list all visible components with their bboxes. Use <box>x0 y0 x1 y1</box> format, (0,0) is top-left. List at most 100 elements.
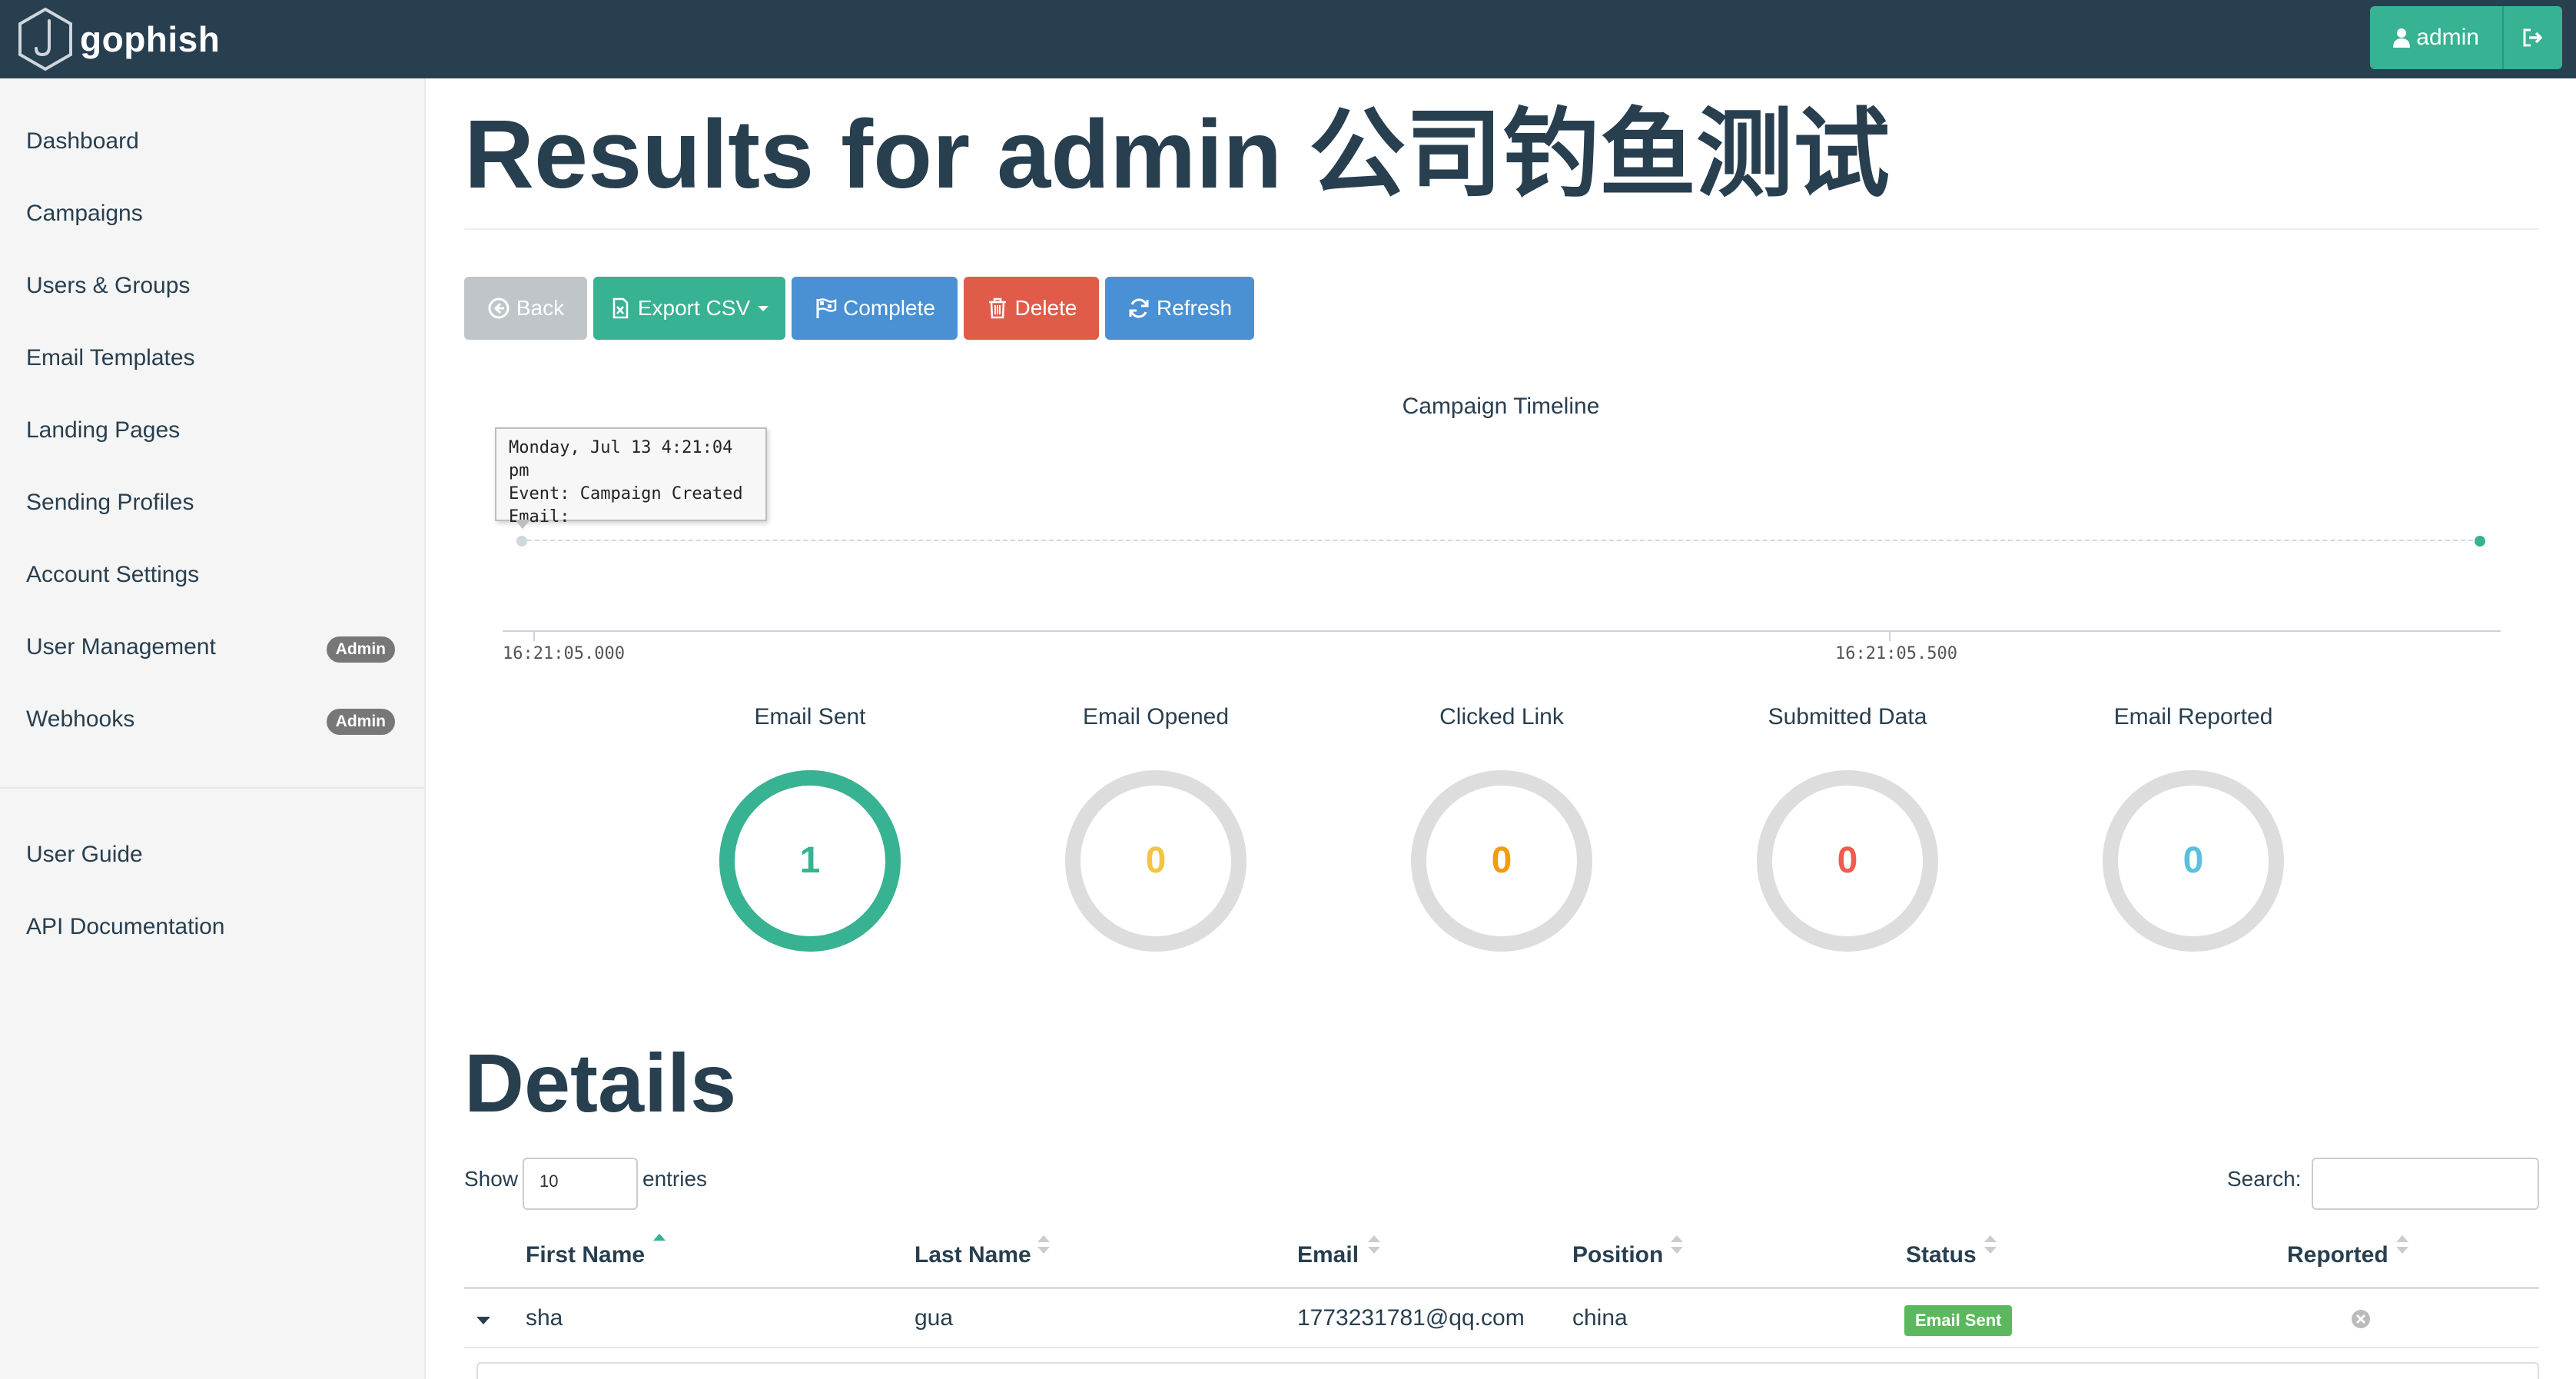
refresh-icon <box>1129 298 1149 318</box>
user-button[interactable]: admin <box>2370 6 2502 69</box>
sidebar: Dashboard Campaigns Users & Groups Email… <box>0 78 426 1379</box>
sidebar-item-label: Account Settings <box>26 562 200 587</box>
sidebar-item-users-groups[interactable]: Users & Groups <box>26 271 395 301</box>
brand-name: gophish <box>80 19 221 59</box>
column-header-position[interactable]: Position <box>1572 1242 1663 1268</box>
sidebar-item-label: User Guide <box>26 842 143 867</box>
column-header-status[interactable]: Status <box>1906 1242 1977 1268</box>
cell-first-name: sha <box>526 1305 563 1331</box>
timeline-tick <box>533 630 535 641</box>
stat-label: Email Sent <box>754 704 866 729</box>
sidebar-item-campaigns[interactable]: Campaigns <box>26 198 395 229</box>
complete-label: Complete <box>843 296 935 320</box>
sidebar-item-label: Dashboard <box>26 128 139 154</box>
table-header-divider <box>464 1287 2539 1289</box>
entries-per-page-select[interactable]: 10 <box>523 1158 638 1210</box>
tooltip-date: Monday, Jul 13 4:21:04 pm <box>509 438 733 480</box>
file-excel-icon <box>612 297 629 319</box>
stat-label: Clicked Link <box>1439 704 1564 729</box>
show-label: Show <box>464 1167 519 1191</box>
brand[interactable]: gophish <box>17 5 220 74</box>
stat-clicked-link[interactable]: Clicked Link 0 <box>1363 698 1640 953</box>
sidebar-item-dashboard[interactable]: Dashboard <box>26 126 395 157</box>
sidebar-item-landing-pages[interactable]: Landing Pages <box>26 415 395 446</box>
stat-label: Submitted Data <box>1768 704 1927 729</box>
table-row-divider <box>464 1347 2539 1348</box>
tooltip-email: Email: <box>509 507 570 527</box>
stat-label: Email Opened <box>1082 704 1230 729</box>
search-input[interactable] <box>2312 1158 2539 1210</box>
sort-icon[interactable] <box>1036 1233 1051 1256</box>
status-badge: Email Sent <box>1904 1305 2013 1336</box>
sidebar-item-label: Sending Profiles <box>26 490 194 515</box>
refresh-label: Refresh <box>1156 296 1233 320</box>
timeline-event-campaign-created[interactable] <box>516 536 527 547</box>
tooltip-event: Event: Campaign Created <box>509 484 743 503</box>
cell-last-name: gua <box>915 1305 954 1331</box>
sidebar-item-sending-profiles[interactable]: Sending Profiles <box>26 487 395 518</box>
sidebar-item-label: Users & Groups <box>26 273 191 298</box>
back-label: Back <box>516 296 565 320</box>
sort-icon[interactable] <box>2395 1233 2410 1256</box>
details-title: Details <box>464 1036 737 1129</box>
sidebar-item-webhooks[interactable]: Webhooks Admin <box>26 704 395 735</box>
column-header-first-name[interactable]: First Name <box>526 1242 645 1268</box>
column-header-last-name[interactable]: Last Name <box>915 1242 1031 1268</box>
stat-submitted-data[interactable]: Submitted Data 0 <box>1709 698 1986 953</box>
sidebar-item-user-guide[interactable]: User Guide <box>26 839 395 870</box>
stat-email-opened[interactable]: Email Opened 0 <box>1017 698 1294 953</box>
flag-checkered-icon <box>816 298 837 318</box>
timeline-tick-label: 16:21:05.500 <box>1835 644 1957 663</box>
sidebar-item-account-settings[interactable]: Account Settings <box>26 560 395 590</box>
back-button[interactable]: Back <box>464 277 587 340</box>
stat-email-sent[interactable]: Email Sent 1 <box>672 698 948 953</box>
sort-icon[interactable] <box>1983 1233 1998 1256</box>
tooltip-arrow <box>515 520 530 529</box>
sidebar-item-api-documentation[interactable]: API Documentation <box>26 912 395 942</box>
cell-position: china <box>1572 1305 1628 1331</box>
export-csv-button[interactable]: Export CSV <box>593 277 785 340</box>
timeline-tooltip: Monday, Jul 13 4:21:04 pm Event: Campaig… <box>495 427 767 527</box>
stat-ring: 1 <box>718 769 902 953</box>
stat-ring: 0 <box>1064 769 1248 953</box>
timeline-line <box>520 540 2481 541</box>
page-title: Results for admin 公司钓鱼测试 <box>464 100 1891 208</box>
sort-icon[interactable] <box>1366 1233 1382 1256</box>
complete-button[interactable]: Complete <box>792 277 958 340</box>
stat-email-reported[interactable]: Email Reported 0 <box>2055 698 2332 953</box>
row-detail-panel <box>476 1362 2539 1379</box>
timeline-event-email-sent[interactable] <box>2475 536 2485 547</box>
stat-value: 1 <box>799 840 821 881</box>
sidebar-item-email-templates[interactable]: Email Templates <box>26 343 395 374</box>
stat-ring: 0 <box>1409 769 1594 953</box>
trash-icon <box>988 297 1006 319</box>
user-icon <box>2393 28 2411 48</box>
sidebar-item-label: Email Templates <box>26 345 195 371</box>
delete-label: Delete <box>1014 296 1077 320</box>
cell-email: 1773231781@qq.com <box>1297 1305 1525 1331</box>
column-header-email[interactable]: Email <box>1297 1242 1359 1268</box>
not-reported-icon <box>2352 1310 2370 1328</box>
timeline-tick <box>1889 630 1891 641</box>
sort-ascending-icon[interactable] <box>652 1231 667 1254</box>
expand-row-caret-icon[interactable] <box>475 1311 492 1328</box>
logout-button[interactable] <box>2502 6 2562 69</box>
stat-value: 0 <box>1491 840 1512 881</box>
timeline-title: Campaign Timeline <box>1402 394 1600 419</box>
sidebar-item-label: Webhooks <box>26 706 135 732</box>
stat-value: 0 <box>2183 840 2204 881</box>
sign-out-icon <box>2523 28 2542 47</box>
sidebar-item-label: User Management <box>26 634 216 660</box>
stat-ring: 0 <box>1755 769 1940 953</box>
user-menu: admin <box>2370 6 2562 69</box>
column-header-reported[interactable]: Reported <box>2287 1242 2388 1268</box>
title-divider <box>464 228 2539 230</box>
sidebar-item-user-management[interactable]: User Management Admin <box>26 632 395 663</box>
delete-button[interactable]: Delete <box>964 277 1099 340</box>
top-navbar: gophish admin <box>0 0 2576 78</box>
search-label: Search: <box>2227 1167 2302 1191</box>
refresh-button[interactable]: Refresh <box>1105 277 1254 340</box>
arrow-circle-left-icon <box>488 297 510 319</box>
entries-label: entries <box>642 1167 708 1191</box>
sort-icon[interactable] <box>1669 1233 1685 1256</box>
